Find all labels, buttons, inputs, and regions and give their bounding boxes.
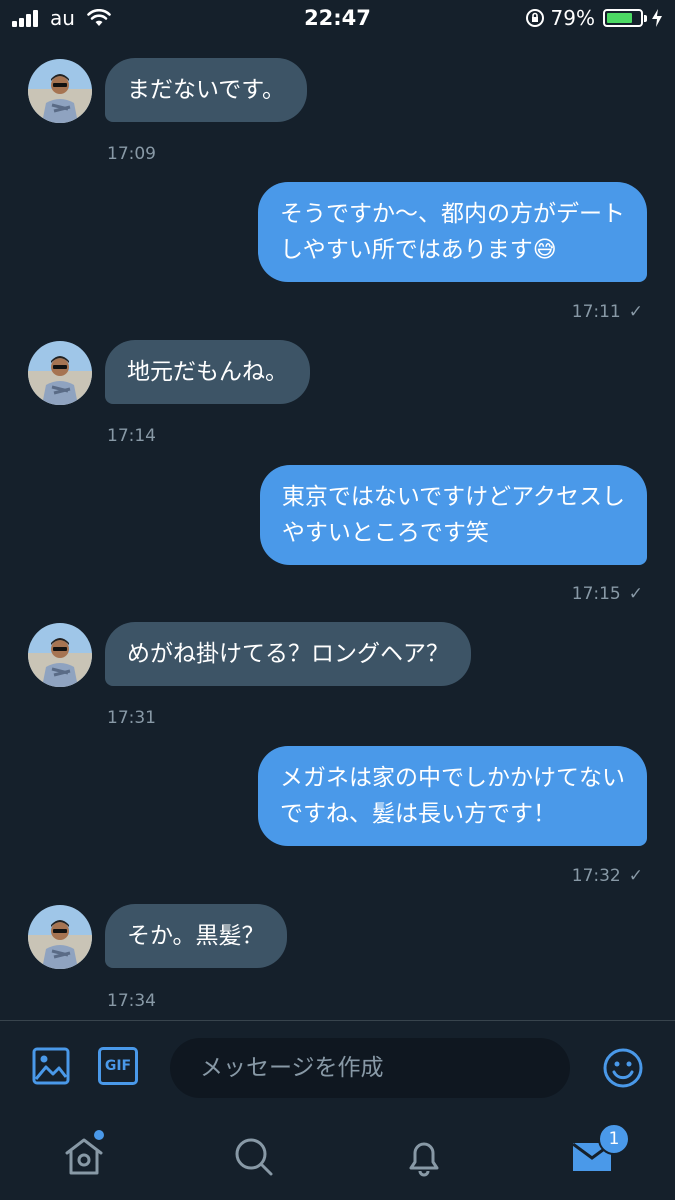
message-timestamp: 17:31 (107, 708, 156, 728)
timestamp-text: 17:32 (571, 866, 621, 886)
timestamp-text: 17:14 (107, 426, 156, 446)
image-icon[interactable] (32, 1047, 70, 1085)
search-icon[interactable] (232, 1135, 276, 1179)
home-icon[interactable] (62, 1135, 106, 1179)
sent-message-bubble[interactable]: 東京ではないですけどアクセスし やすいところです笑 (259, 465, 647, 565)
timestamp-text: 17:34 (107, 991, 156, 1011)
sender-avatar[interactable] (28, 341, 92, 405)
sent-check-icon: ✓ (628, 866, 643, 886)
sent-check-icon: ✓ (628, 302, 643, 322)
battery-level (607, 13, 632, 23)
sent-check-icon: ✓ (628, 584, 643, 604)
message-timestamp: 17:11 ✓ (572, 302, 643, 322)
sender-avatar[interactable] (28, 59, 92, 123)
sent-message-bubble[interactable]: メガネは家の中でしかかけてない ですね、髪は長い方です！ (258, 746, 647, 846)
battery-icon (603, 9, 643, 27)
message-timestamp: 17:09 (107, 144, 156, 164)
timestamp-text: 17:11 (571, 302, 621, 322)
timestamp-text: 17:09 (107, 144, 156, 164)
received-message-bubble[interactable]: そか。黒髪？ (105, 904, 287, 968)
bell-icon[interactable] (402, 1135, 446, 1179)
message-composer: GIF (0, 1020, 675, 1115)
battery-percent: 79% (550, 6, 595, 30)
received-message-bubble[interactable]: まだないです。 (105, 58, 308, 122)
received-message-bubble[interactable]: 地元だもんね。 (105, 340, 310, 404)
sent-message-bubble[interactable]: そうですか〜、都内の方がデート しやすい所ではあります😅 (258, 182, 647, 282)
dm-conversation-screen: au 22:47 79% まだないです。 17:09 そうですか〜、都内の方がデ… (0, 0, 675, 1200)
message-timestamp: 17:34 (107, 991, 156, 1011)
charging-icon (652, 9, 662, 27)
message-timestamp: 17:14 (107, 426, 156, 446)
message-input[interactable] (170, 1038, 570, 1098)
message-timestamp: 17:15 ✓ (572, 584, 643, 604)
emoji-icon[interactable] (602, 1047, 644, 1089)
home-new-indicator (94, 1130, 104, 1140)
sender-avatar[interactable] (28, 905, 92, 969)
sender-avatar[interactable] (28, 623, 92, 687)
status-bar: au 22:47 79% (0, 0, 675, 38)
tab-bar: 1 (0, 1115, 675, 1200)
messages-badge: 1 (598, 1123, 630, 1155)
received-message-bubble[interactable]: めがね掛けてる？ロングヘア？ (105, 622, 471, 686)
timestamp-text: 17:15 (571, 584, 621, 604)
gif-button[interactable]: GIF (98, 1047, 138, 1085)
message-timestamp: 17:32 ✓ (572, 866, 643, 886)
rotation-lock-icon (525, 9, 544, 27)
timestamp-text: 17:31 (107, 708, 156, 728)
